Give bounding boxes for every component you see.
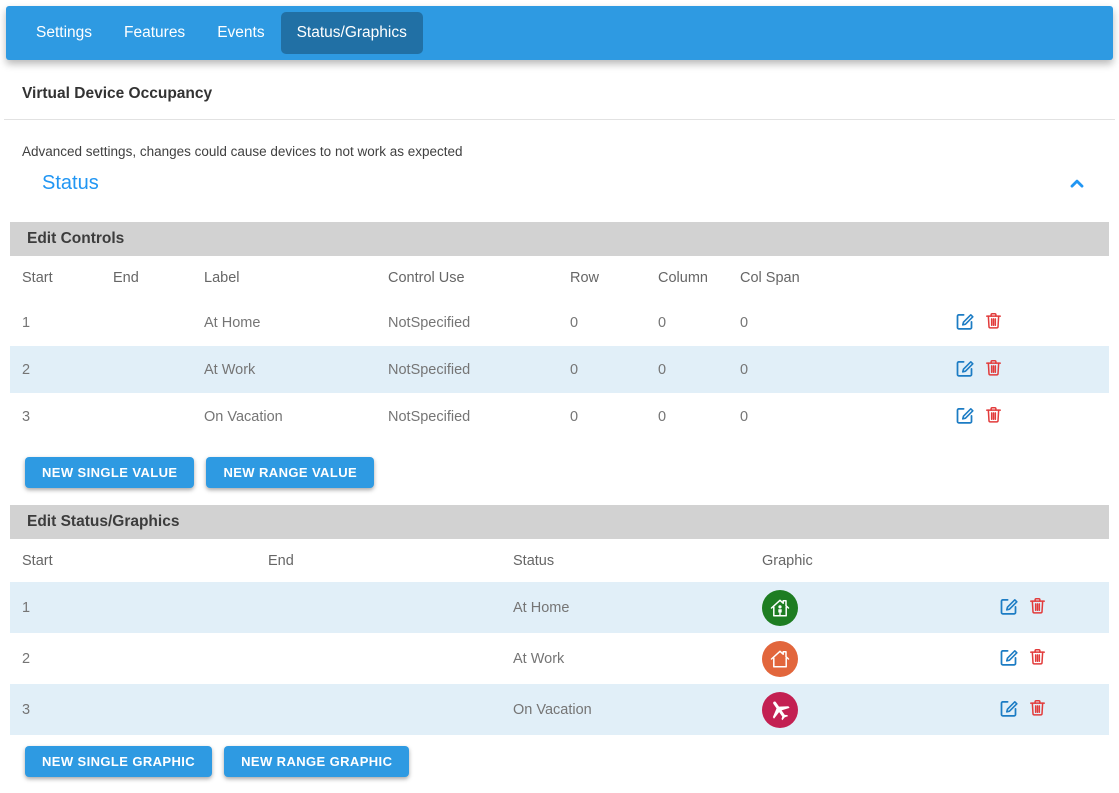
- title-divider: [4, 119, 1115, 120]
- new-range-value-button[interactable]: NEW RANGE VALUE: [206, 457, 374, 488]
- chevron-up-icon: [1067, 174, 1087, 194]
- cell-start: 2: [10, 346, 101, 393]
- table-row: 3 On Vacation NotSpecified 0 0 0: [10, 393, 1109, 440]
- tab-settings[interactable]: Settings: [20, 12, 108, 54]
- cell-end: [101, 299, 192, 346]
- table-header-row: Start End Label Control Use Row Column C…: [10, 256, 1109, 299]
- cell-end: [256, 582, 501, 633]
- airplane-icon: [762, 692, 798, 728]
- cell-status: On Vacation: [501, 684, 750, 735]
- status-section-header: Status: [42, 172, 1087, 195]
- cell-row: 0: [558, 393, 646, 440]
- col-header-actions: [848, 256, 1109, 299]
- cell-status: At Work: [501, 633, 750, 684]
- status-section-title[interactable]: Status: [42, 172, 99, 195]
- page-title: Virtual Device Occupancy: [22, 85, 1097, 103]
- table-header-row: Start End Status Graphic: [10, 539, 1109, 582]
- delete-icon[interactable]: [984, 404, 1003, 425]
- cell-graphic: [750, 633, 936, 684]
- new-single-value-button[interactable]: NEW SINGLE VALUE: [25, 457, 194, 488]
- cell-start: 1: [10, 582, 256, 633]
- cell-start: 3: [10, 393, 101, 440]
- col-header-row: Row: [558, 256, 646, 299]
- cell-control-use: NotSpecified: [376, 393, 558, 440]
- edit-status-graphics-section: Edit Status/Graphics Start End Status Gr…: [10, 505, 1109, 777]
- col-header-start: Start: [10, 256, 101, 299]
- table-row: 2 At Work: [10, 633, 1109, 684]
- cell-end: [256, 684, 501, 735]
- advanced-settings-warning: Advanced settings, changes could cause d…: [22, 144, 1097, 159]
- cell-column: 0: [646, 346, 728, 393]
- cell-row: 0: [558, 299, 646, 346]
- cell-col-span: 0: [728, 393, 848, 440]
- edit-icon[interactable]: [954, 404, 975, 425]
- home-empty-icon: [762, 641, 798, 677]
- edit-controls-table: Start End Label Control Use Row Column C…: [10, 256, 1109, 440]
- cell-control-use: NotSpecified: [376, 299, 558, 346]
- edit-controls-header: Edit Controls: [10, 222, 1109, 256]
- table-row: 3 On Vacation: [10, 684, 1109, 735]
- top-nav-bar: Settings Features Events Status/Graphics: [6, 6, 1113, 60]
- delete-icon[interactable]: [1028, 646, 1047, 667]
- edit-icon[interactable]: [998, 646, 1019, 667]
- cell-start: 1: [10, 299, 101, 346]
- cell-label: At Home: [192, 299, 376, 346]
- cell-status: At Home: [501, 582, 750, 633]
- new-single-graphic-button[interactable]: NEW SINGLE GRAPHIC: [25, 746, 212, 777]
- col-header-end: End: [101, 256, 192, 299]
- col-header-control-use: Control Use: [376, 256, 558, 299]
- tab-features[interactable]: Features: [108, 12, 201, 54]
- cell-start: 3: [10, 684, 256, 735]
- collapse-button[interactable]: [1067, 174, 1087, 194]
- edit-icon[interactable]: [954, 310, 975, 331]
- tab-status-graphics[interactable]: Status/Graphics: [281, 12, 423, 54]
- col-header-actions: [936, 539, 1109, 582]
- edit-icon[interactable]: [998, 595, 1019, 616]
- edit-status-graphics-table: Start End Status Graphic 1 At Home: [10, 539, 1109, 735]
- cell-end: [101, 346, 192, 393]
- cell-start: 2: [10, 633, 256, 684]
- graphics-button-row: NEW SINGLE GRAPHIC NEW RANGE GRAPHIC: [25, 746, 1109, 777]
- edit-status-graphics-header: Edit Status/Graphics: [10, 505, 1109, 539]
- cell-graphic: [750, 582, 936, 633]
- home-occupied-icon: [762, 590, 798, 626]
- col-header-label: Label: [192, 256, 376, 299]
- cell-col-span: 0: [728, 346, 848, 393]
- table-row: 1 At Home NotSpecified 0 0 0: [10, 299, 1109, 346]
- col-header-graphic: Graphic: [750, 539, 936, 582]
- delete-icon[interactable]: [984, 310, 1003, 331]
- delete-icon[interactable]: [1028, 697, 1047, 718]
- table-row: 2 At Work NotSpecified 0 0 0: [10, 346, 1109, 393]
- table-row: 1 At Home: [10, 582, 1109, 633]
- cell-column: 0: [646, 393, 728, 440]
- cell-graphic: [750, 684, 936, 735]
- col-header-column: Column: [646, 256, 728, 299]
- delete-icon[interactable]: [984, 357, 1003, 378]
- col-header-start: Start: [10, 539, 256, 582]
- col-header-col-span: Col Span: [728, 256, 848, 299]
- cell-row: 0: [558, 346, 646, 393]
- col-header-status: Status: [501, 539, 750, 582]
- cell-control-use: NotSpecified: [376, 346, 558, 393]
- cell-label: At Work: [192, 346, 376, 393]
- new-range-graphic-button[interactable]: NEW RANGE GRAPHIC: [224, 746, 409, 777]
- cell-label: On Vacation: [192, 393, 376, 440]
- edit-icon[interactable]: [954, 357, 975, 378]
- edit-icon[interactable]: [998, 697, 1019, 718]
- tab-events[interactable]: Events: [201, 12, 280, 54]
- col-header-end: End: [256, 539, 501, 582]
- cell-col-span: 0: [728, 299, 848, 346]
- edit-controls-section: Edit Controls Start End Label Control Us…: [10, 222, 1109, 488]
- cell-column: 0: [646, 299, 728, 346]
- controls-button-row: NEW SINGLE VALUE NEW RANGE VALUE: [25, 457, 1109, 488]
- cell-end: [256, 633, 501, 684]
- delete-icon[interactable]: [1028, 595, 1047, 616]
- cell-end: [101, 393, 192, 440]
